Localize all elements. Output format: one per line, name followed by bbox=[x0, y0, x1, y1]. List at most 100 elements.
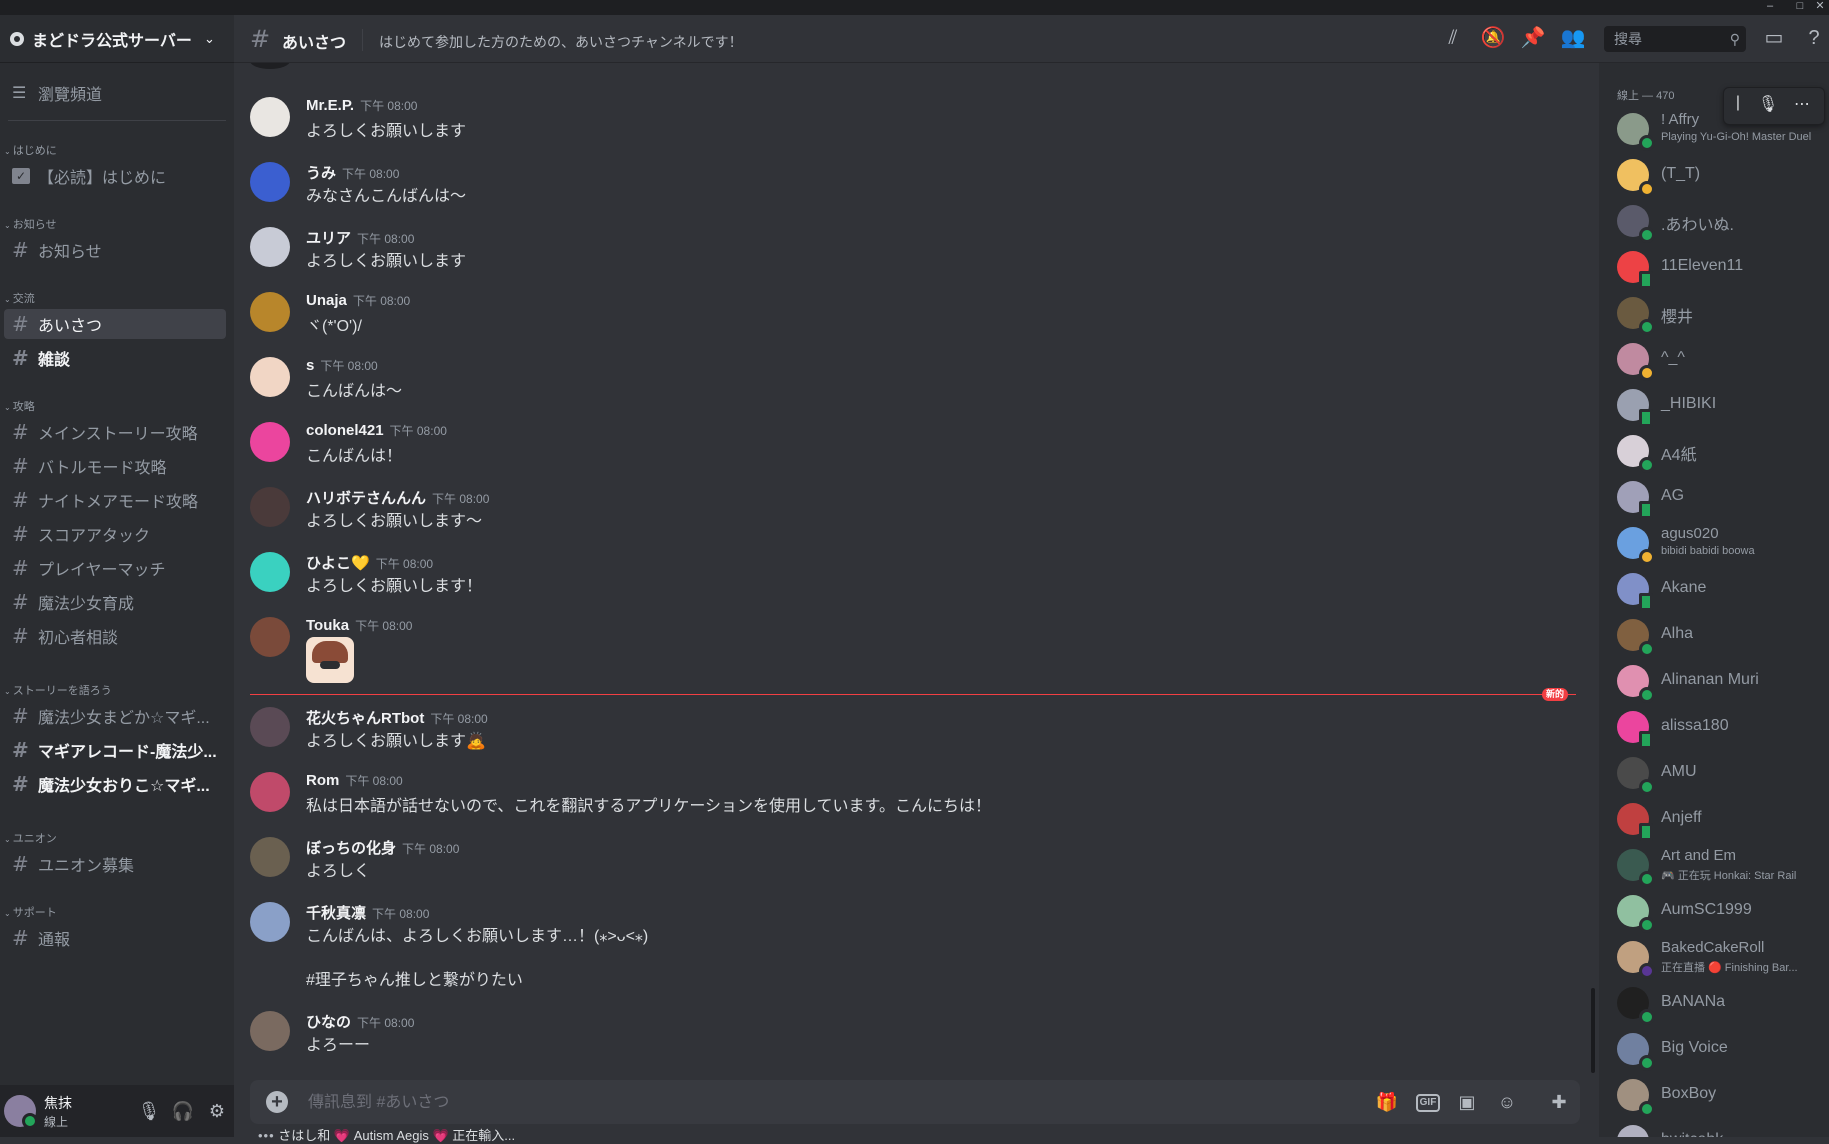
channel-topic[interactable]: はじめて参加した方のための、あいさつチャンネルです！ bbox=[379, 32, 743, 52]
member-item[interactable]: (T_T) bbox=[1607, 153, 1829, 197]
member-item[interactable]: Art and Em 🎮 正在玩 Honkai: Star Rail bbox=[1607, 843, 1829, 887]
sticker-icon[interactable]: ▣ bbox=[1454, 1090, 1480, 1114]
help-icon[interactable]: ? bbox=[1801, 25, 1827, 51]
channel-nightmare-mode[interactable]: # ナイトメアモード攻略 bbox=[4, 485, 226, 515]
message-author[interactable]: 千秋真凛 bbox=[306, 905, 366, 922]
channel-oshirase[interactable]: # お知らせ bbox=[4, 235, 226, 265]
members-icon[interactable]: 👥 bbox=[1560, 25, 1586, 51]
channel-zatsudan[interactable]: # 雑談 bbox=[4, 343, 226, 373]
message-scrollbar[interactable] bbox=[1591, 988, 1595, 1073]
avatar[interactable] bbox=[250, 227, 290, 267]
maximize-button[interactable]: □ bbox=[1789, 0, 1811, 15]
microphone-icon[interactable]: 🎙 bbox=[1756, 94, 1780, 114]
notifications-muted-icon[interactable]: 🔕 bbox=[1480, 25, 1506, 51]
member-item[interactable]: Akane bbox=[1607, 567, 1829, 611]
category-story[interactable]: ⌄ ストーリーを語ろう bbox=[0, 682, 112, 700]
channel-score-attack[interactable]: # スコアアタック bbox=[4, 519, 226, 549]
member-item[interactable]: AumSC1999 bbox=[1607, 889, 1829, 933]
gif-icon[interactable]: GIF bbox=[1416, 1094, 1440, 1112]
channel-rules[interactable]: ✓ 【必読】はじめに bbox=[4, 161, 226, 191]
message-author[interactable]: ぼっちの化身 bbox=[306, 840, 396, 857]
search-box[interactable]: ⚲ bbox=[1604, 26, 1746, 52]
member-item[interactable]: 11Eleven11 bbox=[1607, 245, 1829, 289]
avatar[interactable] bbox=[250, 837, 290, 877]
channel-magia-record[interactable]: # マギアレコード-魔法少... bbox=[4, 735, 226, 765]
avatar[interactable] bbox=[4, 1095, 38, 1129]
channel-mahou-shoujo-ikusei[interactable]: # 魔法少女育成 bbox=[4, 587, 226, 617]
member-item[interactable]: 櫻井 bbox=[1607, 291, 1829, 335]
message-author[interactable]: 花火ちゃんRTbot bbox=[306, 710, 424, 727]
member-item[interactable]: ^_^ bbox=[1607, 337, 1829, 381]
message-author[interactable]: うみ bbox=[306, 165, 336, 182]
member-item[interactable]: Big Voice bbox=[1607, 1027, 1829, 1071]
avatar[interactable] bbox=[250, 1011, 290, 1051]
category-kouryaku[interactable]: ⌄ 攻略 bbox=[0, 398, 35, 416]
message-author[interactable]: Rom bbox=[306, 772, 339, 789]
close-button[interactable]: ✕ bbox=[1809, 0, 1829, 15]
attach-plus-icon[interactable]: + bbox=[266, 1091, 288, 1113]
user-info[interactable]: 焦抹 線上 bbox=[44, 1093, 132, 1130]
message-author[interactable]: Touka bbox=[306, 617, 349, 634]
category-support[interactable]: ⌄ サポート bbox=[0, 904, 57, 922]
avatar[interactable] bbox=[250, 902, 290, 942]
sticker-image[interactable] bbox=[306, 637, 354, 683]
microphone-icon[interactable]: 🎙 bbox=[132, 1101, 166, 1122]
gift-icon[interactable]: 🎁 bbox=[1374, 1090, 1400, 1114]
member-item[interactable]: alissa180 bbox=[1607, 705, 1829, 749]
minimize-button[interactable]: – bbox=[1759, 0, 1781, 15]
more-icon[interactable]: ⋯ bbox=[1790, 94, 1814, 114]
member-item[interactable]: AMU bbox=[1607, 751, 1829, 795]
member-item[interactable]: .あわいぬ. bbox=[1607, 199, 1829, 243]
avatar[interactable] bbox=[250, 487, 290, 527]
avatar[interactable] bbox=[250, 707, 290, 747]
headphones-icon[interactable]: 🎧 bbox=[166, 1101, 200, 1122]
member-item[interactable]: BANANa bbox=[1607, 981, 1829, 1025]
message-author[interactable]: s bbox=[306, 357, 314, 374]
member-item[interactable]: BoxBoy bbox=[1607, 1073, 1829, 1117]
message-input[interactable] bbox=[306, 1090, 1210, 1116]
channel-shoshinsha[interactable]: # 初心者相談 bbox=[4, 621, 226, 651]
avatar[interactable] bbox=[250, 97, 290, 137]
pin-icon[interactable]: 📌 bbox=[1520, 25, 1546, 51]
member-item[interactable]: Alha bbox=[1607, 613, 1829, 657]
channel-union-recruit[interactable]: # ユニオン募集 bbox=[4, 849, 226, 879]
member-item[interactable]: _HIBIKI bbox=[1607, 383, 1829, 427]
inbox-icon[interactable]: ▭ bbox=[1761, 25, 1787, 51]
member-item[interactable]: agus020 bibidi babidi boowa bbox=[1607, 521, 1829, 565]
message-author[interactable]: Mr.E.P. bbox=[306, 97, 354, 114]
message-author[interactable]: ハリボテさんんん bbox=[306, 490, 426, 507]
channel-main-story[interactable]: # メインストーリー攻略 bbox=[4, 417, 226, 447]
avatar[interactable] bbox=[250, 162, 290, 202]
category-kouryuu[interactable]: ⌄ 交流 bbox=[0, 290, 35, 308]
member-item[interactable]: BakedCakeRoll 正在直播 🔴 Finishing Bar... bbox=[1607, 935, 1829, 979]
channel-aisatsu[interactable]: # あいさつ bbox=[4, 309, 226, 339]
member-item[interactable]: Alinanan Muri bbox=[1607, 659, 1829, 703]
gear-icon[interactable]: ⚙ bbox=[200, 1101, 234, 1122]
avatar[interactable] bbox=[250, 617, 290, 657]
channel-oriko-magica[interactable]: # 魔法少女おりこ☆マギ... bbox=[4, 769, 226, 799]
avatar[interactable] bbox=[250, 552, 290, 592]
avatar[interactable] bbox=[250, 422, 290, 462]
category-oshirase[interactable]: ⌄ お知らせ bbox=[0, 216, 56, 234]
threads-icon[interactable]: ⫽ bbox=[1440, 25, 1466, 51]
channel-player-match[interactable]: # プレイヤーマッチ bbox=[4, 553, 226, 583]
message-author[interactable]: ひなの bbox=[306, 1014, 351, 1031]
avatar[interactable] bbox=[250, 292, 290, 332]
apps-icon[interactable]: ✚ bbox=[1546, 1090, 1572, 1114]
message-author[interactable]: ユリア bbox=[306, 230, 351, 247]
browse-channels[interactable]: ☰ 瀏覽頻道 bbox=[0, 77, 234, 109]
avatar[interactable] bbox=[250, 772, 290, 812]
channel-battle-mode[interactable]: # バトルモード攻略 bbox=[4, 451, 226, 481]
avatar[interactable] bbox=[250, 357, 290, 397]
message-author[interactable]: ひよこ💛 bbox=[306, 555, 370, 572]
channel-madoka-magica[interactable]: # 魔法少女まどか☆マギ... bbox=[4, 701, 226, 731]
emoji-icon[interactable]: ☺ bbox=[1494, 1090, 1520, 1114]
message-author[interactable]: Unaja bbox=[306, 292, 347, 309]
category-union[interactable]: ⌄ ユニオン bbox=[0, 830, 57, 848]
channel-report[interactable]: # 通報 bbox=[4, 923, 226, 953]
member-item[interactable]: bwitcahk bbox=[1607, 1119, 1829, 1137]
category-hajimeni[interactable]: ⌄ はじめに bbox=[0, 142, 57, 160]
member-item[interactable]: AG bbox=[1607, 475, 1829, 519]
message-author[interactable]: colonel421 bbox=[306, 422, 384, 439]
server-header[interactable]: まどドラ公式サーバー ⌄ bbox=[0, 15, 234, 63]
